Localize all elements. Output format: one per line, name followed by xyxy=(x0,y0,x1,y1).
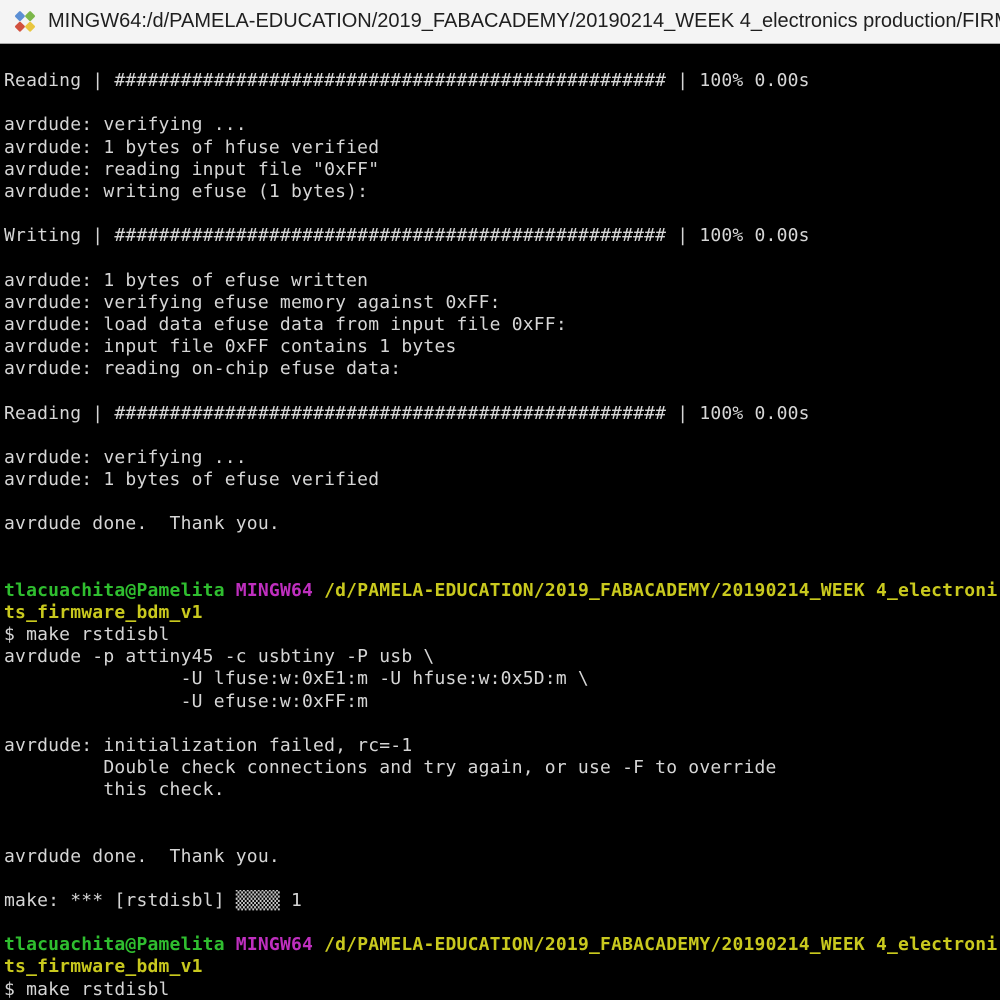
terminal-text-segment: ts_firmware_bdm_v1 xyxy=(4,601,203,623)
terminal-line: make: *** [rstdisbl] ▒▒▒▒ 1 xyxy=(4,890,1000,912)
terminal-line: avrdude -p attiny45 -c usbtiny -P usb \ xyxy=(4,646,1000,668)
terminal-text-segment: /d/PAMELA-EDUCATION/2019_FABACADEMY/2019… xyxy=(324,934,998,956)
terminal-text-segment: Double check connections and try again, … xyxy=(4,757,777,778)
terminal-text-segment: avrdude done. Thank you. xyxy=(4,845,280,867)
terminal-text-segment: avrdude -p attiny45 -c usbtiny -P usb \ xyxy=(4,646,435,668)
garbled-glyphs: ▒▒▒▒ xyxy=(235,889,280,911)
terminal-line: Reading | ##############################… xyxy=(4,70,1000,92)
terminal-line: avrdude: reading on-chip efuse data: xyxy=(4,358,1000,380)
terminal-text-segment: avrdude: 1 bytes of efuse verified xyxy=(4,468,380,490)
terminal-line: ts_firmware_bdm_v1 xyxy=(4,602,1000,624)
terminal-text-segment: make: *** [rstdisbl] xyxy=(4,889,236,911)
terminal-text-segment: avrdude: writing efuse (1 bytes): xyxy=(4,180,369,202)
terminal-text-segment: avrdude: reading input file "0xFF" xyxy=(4,158,380,180)
terminal-text-segment: tlacuachita@Pamelita xyxy=(4,579,225,601)
terminal-text-segment: /d/PAMELA-EDUCATION/2019_FABACADEMY/2019… xyxy=(324,579,998,601)
terminal-line: avrdude: load data efuse data from input… xyxy=(4,314,1000,336)
terminal-text-segment: $ make rstdisbl xyxy=(4,978,170,999)
terminal-line: avrdude: reading input file "0xFF" xyxy=(4,159,1000,181)
terminal-text-segment: avrdude done. Thank you. xyxy=(4,513,280,535)
terminal-text-segment: avrdude: verifying ... xyxy=(4,114,247,136)
terminal-line: avrdude: verifying ... xyxy=(4,447,1000,469)
terminal-text-segment: avrdude: 1 bytes of efuse written xyxy=(4,269,369,291)
terminal-text-segment: this check. xyxy=(4,779,225,801)
terminal-text-segment: avrdude: verifying efuse memory against … xyxy=(4,291,501,313)
terminal-text-segment: MINGW64 xyxy=(235,579,314,601)
terminal-line: Double check connections and try again, … xyxy=(4,757,1000,779)
terminal-text-segment: Writing | ##############################… xyxy=(4,225,810,247)
terminal-text-segment: avrdude: input file 0xFF contains 1 byte… xyxy=(4,336,457,358)
terminal-text-segment: MINGW64 xyxy=(235,934,314,956)
terminal-text-segment: avrdude: load data efuse data from input… xyxy=(4,313,567,335)
terminal-text-segment: ts_firmware_bdm_v1 xyxy=(4,956,203,978)
terminal-line: -U lfuse:w:0xE1:m -U hfuse:w:0x5D:m \ xyxy=(4,668,1000,690)
terminal-line: avrdude: writing efuse (1 bytes): xyxy=(4,181,1000,203)
terminal-line: $ make rstdisbl xyxy=(4,624,1000,646)
terminal-line: avrdude: verifying ... xyxy=(4,114,1000,136)
terminal-text-segment: avrdude: verifying ... xyxy=(4,446,247,468)
terminal-line: $ make rstdisbl xyxy=(4,979,1000,999)
terminal-line: avrdude: verifying efuse memory against … xyxy=(4,292,1000,314)
terminal-line: avrdude: initialization failed, rc=-1 xyxy=(4,735,1000,757)
terminal-text-segment: avrdude: 1 bytes of hfuse verified xyxy=(4,136,380,158)
window-title: MINGW64:/d/PAMELA-EDUCATION/2019_FABACAD… xyxy=(48,10,1000,32)
terminal-line: avrdude: input file 0xFF contains 1 byte… xyxy=(4,336,1000,358)
terminal-text-segment: tlacuachita@Pamelita xyxy=(4,934,225,956)
terminal-text-segment: Reading | ##############################… xyxy=(4,70,810,92)
terminal-text-segment: avrdude: initialization failed, rc=-1 xyxy=(4,734,413,756)
terminal-line: ts_firmware_bdm_v1 xyxy=(4,956,1000,978)
terminal-text-segment: $ make rstdisbl xyxy=(4,624,170,646)
terminal-line: avrdude done. Thank you. xyxy=(4,846,1000,868)
terminal-text-segment: avrdude: reading on-chip efuse data: xyxy=(4,358,402,380)
terminal-line: -U efuse:w:0xFF:m xyxy=(4,691,1000,713)
terminal-text-segment: Reading | ##############################… xyxy=(4,402,810,424)
window-titlebar[interactable]: MINGW64:/d/PAMELA-EDUCATION/2019_FABACAD… xyxy=(0,0,1000,44)
terminal-line: Reading | ##############################… xyxy=(4,403,1000,425)
terminal-line: tlacuachita@Pamelita MINGW64 /d/PAMELA-E… xyxy=(4,580,1000,602)
terminal-line: avrdude: 1 bytes of efuse verified xyxy=(4,469,1000,491)
terminal-line: this check. xyxy=(4,779,1000,801)
terminal-output[interactable]: Reading | ##############################… xyxy=(0,44,1000,999)
terminal-text-segment: -U lfuse:w:0xE1:m -U hfuse:w:0x5D:m \ xyxy=(4,668,589,690)
terminal-line: Writing | ##############################… xyxy=(4,225,1000,247)
terminal-text-segment: 1 xyxy=(279,889,303,911)
mingw64-app-icon[interactable] xyxy=(11,9,39,35)
terminal-text-segment: -U efuse:w:0xFF:m xyxy=(4,690,369,712)
terminal-line: tlacuachita@Pamelita MINGW64 /d/PAMELA-E… xyxy=(4,934,1000,956)
terminal-line: avrdude done. Thank you. xyxy=(4,513,1000,535)
terminal-line: avrdude: 1 bytes of efuse written xyxy=(4,270,1000,292)
terminal-line: avrdude: 1 bytes of hfuse verified xyxy=(4,137,1000,159)
